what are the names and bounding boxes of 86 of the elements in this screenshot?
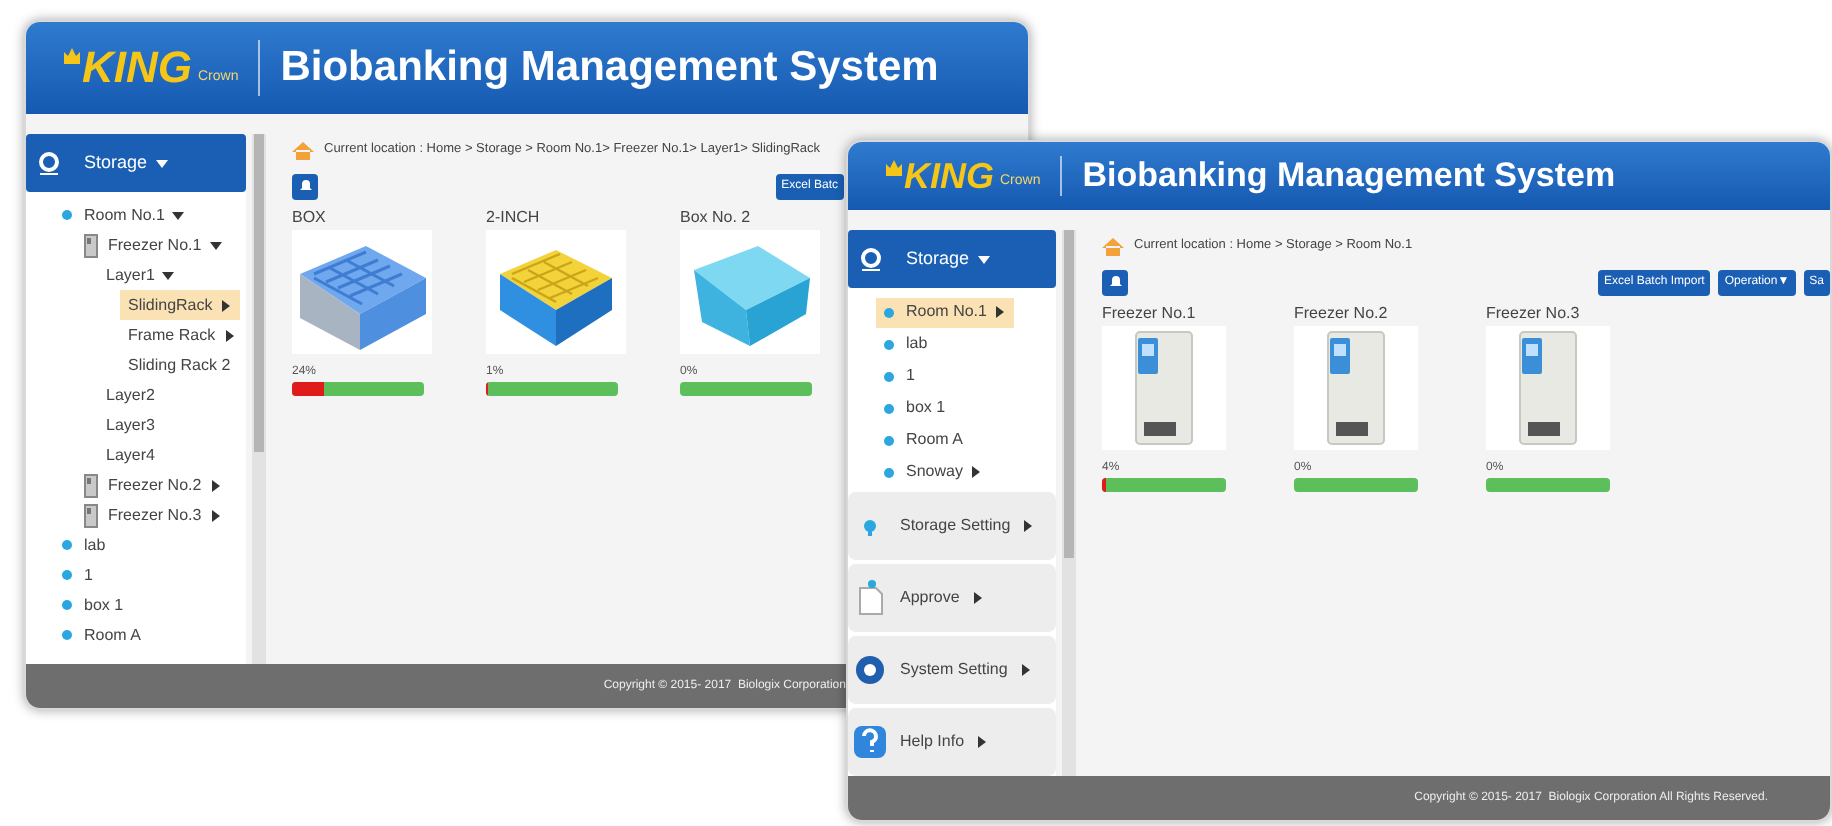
notification-button[interactable] [292,173,318,199]
tree-item[interactable]: 1 [876,361,923,391]
tree-item[interactable]: Snoway [876,457,991,487]
caret-right-icon [971,592,982,604]
tree-item[interactable]: lab [54,530,114,560]
scrollbar[interactable] [1062,230,1076,776]
item-label: 2-INCH [486,206,542,230]
dot-icon [62,570,72,580]
sidebar-section-button[interactable]: Help Info [848,708,1056,776]
freezer-icon [84,473,98,497]
caret-down-icon [977,253,990,265]
freezer-drawing [1326,330,1386,446]
freezer-drawing [1518,330,1578,446]
settings-icon [852,650,888,690]
bell-icon [1107,274,1123,290]
tree-item[interactable]: Room A [876,425,971,455]
window-title: Biobanking Management System [280,42,939,95]
logo-text: KING [82,46,192,90]
logo-text: KING [904,158,994,194]
caret-right-icon [1022,520,1033,532]
tree-item[interactable]: Layer3 [98,410,163,440]
caret-down-icon [155,157,168,169]
home-icon [292,141,314,159]
tree-item[interactable]: box 1 [876,393,954,423]
freezer-icon [84,233,98,257]
tree-item[interactable]: 1 [54,560,101,590]
tree-item[interactable]: Freezer No.1 [76,230,230,260]
crown-icon [62,46,82,66]
caret-down-icon [172,209,185,221]
usage-bar [292,382,424,396]
caret-down-icon [209,239,222,251]
item-label: Freezer No.2 [1294,302,1390,326]
item-label: Freezer No.1 [1102,302,1198,326]
tree-item[interactable]: Freezer No.2 [76,470,230,500]
tree-item[interactable]: Room No.1 [876,297,1015,327]
tree-item[interactable]: Layer4 [98,440,163,470]
caret-right-icon [970,466,983,478]
dot-icon [62,540,72,550]
storage-icon [38,151,60,175]
dot-icon [62,210,72,220]
caret-right-icon [209,479,222,491]
tree-item[interactable]: Sliding Rack 2 [120,350,239,380]
dot-icon [62,600,72,610]
freezer-drawing [1134,330,1194,446]
dot-icon [884,435,894,445]
window-title: Biobanking Management System [1082,154,1616,199]
sidebar-section-button[interactable]: System Setting [848,636,1056,704]
dot-icon [62,630,72,640]
tree-item[interactable]: box 1 [54,590,132,620]
notification-button[interactable] [1102,269,1128,295]
tree-item[interactable]: Room No.1 [54,200,193,230]
storage-menu-header[interactable]: Storage [26,134,246,192]
caret-right-icon [220,299,233,311]
help-icon [852,722,888,762]
tree-item[interactable]: Layer2 [98,380,163,410]
usage-bar [1102,478,1226,492]
sidebar-section-button[interactable]: Storage Setting [848,492,1056,560]
crown-icon [884,158,904,178]
dot-icon [884,371,894,381]
sidebar-section-button[interactable]: Approve [848,564,1056,632]
storage-icon [860,247,882,271]
caret-down-icon [162,269,175,281]
tree-item[interactable]: Room A [54,620,149,650]
caret-right-icon [209,509,222,521]
caret-right-icon [976,736,987,748]
tree-item[interactable]: Freezer No.3 [76,500,230,530]
usage-bar [486,382,618,396]
storage-menu-header[interactable]: Storage [848,230,1056,288]
tree-item[interactable]: lab [876,329,936,359]
dot-icon [884,467,894,477]
bell-icon [297,178,313,194]
item-label: Box No. 2 [680,206,753,230]
caret-right-icon [994,306,1007,318]
scrollbar[interactable] [252,134,266,664]
tree-item[interactable]: Frame Rack [120,320,244,350]
caret-right-icon [223,329,236,341]
caret-right-icon [1019,664,1030,676]
item-label: BOX [292,206,328,230]
home-icon [1102,237,1124,255]
tree-item[interactable]: SlidingRack [120,290,241,320]
freezer-icon [84,503,98,527]
item-label: Freezer No.3 [1486,302,1582,326]
dot-icon [884,307,894,317]
tree-item[interactable]: Layer1 [98,260,183,290]
dot-icon [884,403,894,413]
dot-icon [884,339,894,349]
